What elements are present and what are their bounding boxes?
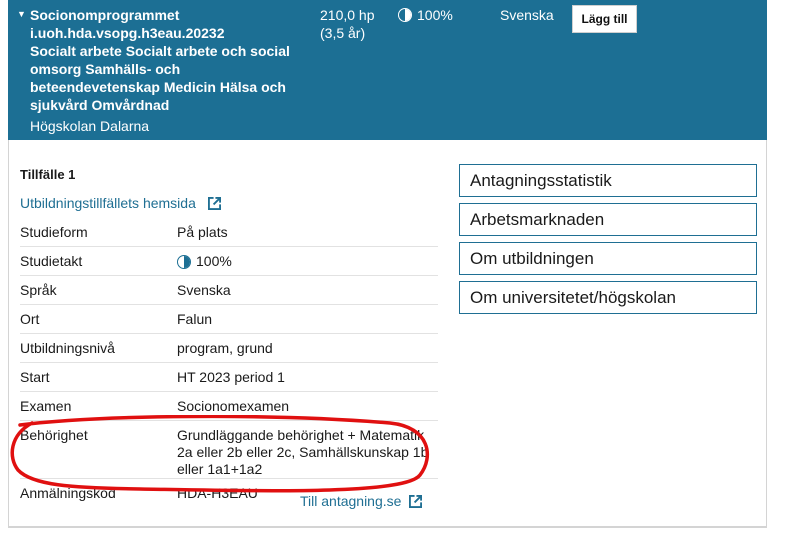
detail-label: Språk [20,282,57,298]
occasion-card: Tillfälle 1 Utbildningstillfällets hemsi… [8,140,767,527]
program-pace: 100% [398,6,453,24]
side-links: Antagningsstatistik Arbetsmarknaden Om u… [459,164,757,320]
detail-row-sprak: Språk Svenska [20,276,438,305]
detail-row-behorighet: Behörighet Grundläggande behörighet + Ma… [20,421,438,479]
detail-value: Socionomexamen [177,398,290,414]
detail-value-pace: 100% [177,247,438,270]
detail-row-studietakt: Studietakt 100% [20,247,438,276]
detail-row-studieform: Studieform På plats [20,218,438,247]
detail-value: På plats [177,224,228,240]
detail-row-examen: Examen Socionomexamen [20,392,438,421]
program-title: Socionomprogrammet [30,7,180,23]
homepage-link-label: Utbildningstillfällets hemsida [20,195,196,211]
add-button[interactable]: Lägg till [572,5,637,33]
occasion-details-table: Studieform På plats Studietakt 100% Språ… [20,218,438,508]
external-link-icon [207,196,221,210]
detail-label: Behörighet [20,427,88,443]
link-om-utbildningen[interactable]: Om utbildningen [459,242,757,275]
detail-value: program, grund [177,340,273,356]
link-antagningsstatistik[interactable]: Antagningsstatistik [459,164,757,197]
half-circle-icon [177,254,191,269]
detail-value: 100% [196,253,232,269]
detail-label: Ort [20,311,40,327]
occasion-title: Tillfälle 1 [20,167,76,182]
program-header[interactable]: ▼ Socionomprogrammet i.uoh.hda.vsopg.h3e… [8,0,767,140]
detail-label: Studieform [20,224,88,240]
program-code: i.uoh.hda.vsopg.h3eau.20232 [30,25,225,41]
detail-row-start: Start HT 2023 period 1 [20,363,438,392]
school-name: Högskolan Dalarna [30,118,150,134]
detail-label: Examen [20,398,72,414]
link-arbetsmarknaden[interactable]: Arbetsmarknaden [459,203,757,236]
next-program-row [8,527,767,537]
duration-value: (3,5 år) [320,25,366,41]
pace-value: 100% [417,7,453,23]
detail-value: Grundläggande behörighet + Matematik 2a … [177,427,429,477]
detail-label: Anmälningskod [20,485,116,501]
detail-value: HT 2023 period 1 [177,369,285,385]
detail-row-ort: Ort Falun [20,305,438,334]
caret-down-icon[interactable]: ▼ [17,9,26,19]
link-om-hogskolan[interactable]: Om universitetet/högskolan [459,281,757,314]
detail-label: Start [20,369,50,385]
credits-value: 210,0 hp [320,7,375,23]
external-link-icon [409,494,423,508]
half-circle-icon [398,8,412,22]
program-credits: 210,0 hp (3,5 år) [320,6,375,42]
detail-row-utbildningsniva: Utbildningsnivå program, grund [20,334,438,363]
program-info: ▼ Socionomprogrammet i.uoh.hda.vsopg.h3e… [17,6,307,135]
homepage-link[interactable]: Utbildningstillfällets hemsida [20,195,221,211]
program-subjects: Socialt arbete Socialt arbete och social… [30,43,290,113]
detail-value: Svenska [177,282,231,298]
apply-link[interactable]: Till antagning.se [300,493,423,509]
program-language: Svenska [500,7,554,23]
detail-label: Utbildningsnivå [20,340,115,356]
detail-label: Studietakt [20,253,83,269]
detail-value: Falun [177,311,213,327]
apply-link-label: Till antagning.se [300,493,402,509]
